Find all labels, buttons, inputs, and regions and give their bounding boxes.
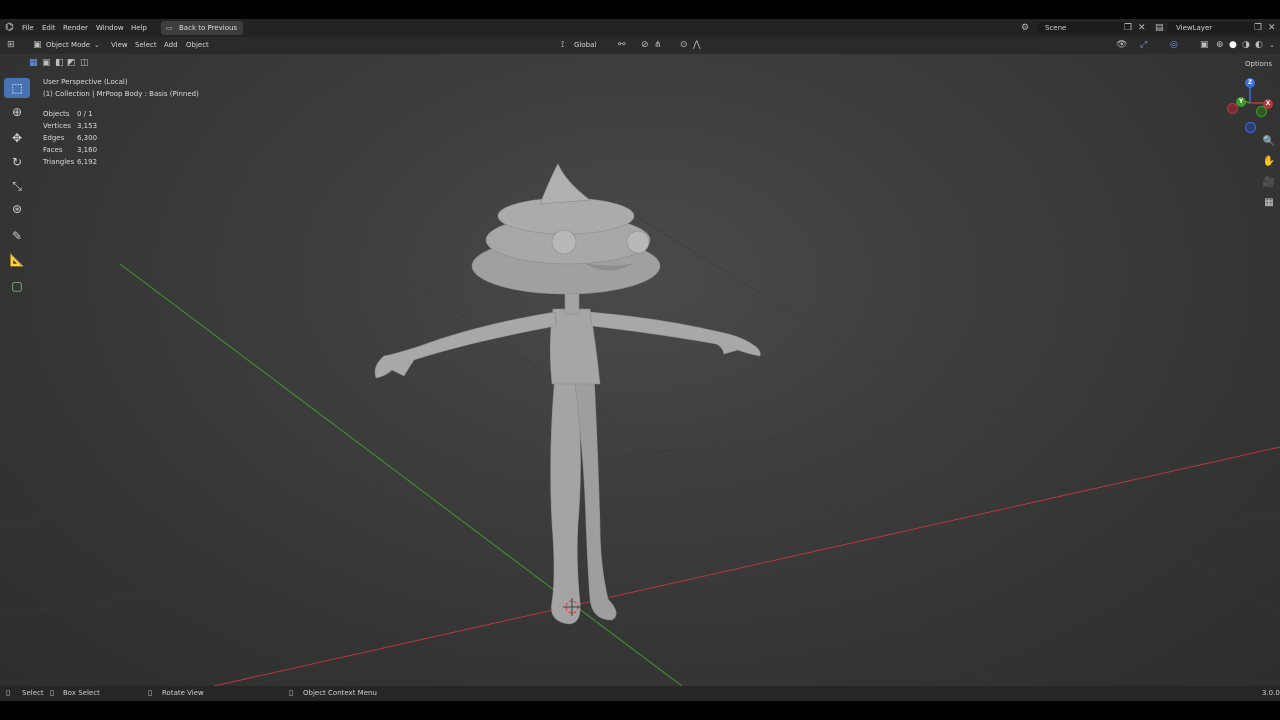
hand-icon[interactable]: ✋ (1261, 154, 1277, 170)
version-label: 3.0.0 (1262, 689, 1280, 697)
rotate-icon[interactable]: ↻ (4, 152, 30, 172)
header-menu-select[interactable]: Select (135, 37, 157, 54)
transform-orientation-dropdown[interactable]: Global (574, 37, 596, 54)
object-mode-dropdown[interactable]: Object Mode (46, 37, 90, 54)
top-menubar: ⌬ File Edit Render Window Help ▭ Back to… (0, 19, 1280, 37)
top-letterbox (0, 0, 1280, 19)
rendered-shading-icon[interactable]: ◐ (1255, 40, 1263, 50)
move-icon[interactable]: ✥ (4, 128, 30, 148)
blender-logo-icon[interactable]: ⌬ (5, 23, 14, 33)
status-box-select: Box Select (63, 689, 100, 697)
chevron-down-icon: ⌄ (94, 41, 100, 49)
scene-canvas[interactable] (0, 54, 1280, 686)
viewlayer-icon[interactable]: ▤ (1155, 23, 1164, 33)
editor-type-icon[interactable]: ⊞ (7, 40, 15, 50)
measure-icon[interactable]: 📐 (4, 250, 30, 270)
header-menu-add[interactable]: Add (164, 37, 178, 54)
header-menu-view[interactable]: View (111, 37, 128, 54)
wireframe-shading-icon[interactable]: ⊕ (1216, 40, 1224, 50)
scale-icon[interactable]: ⤡ (4, 176, 30, 196)
menu-edit[interactable]: Edit (42, 19, 56, 37)
stat-value: 3,160 (77, 146, 98, 154)
back-to-previous-label: Back to Previous (179, 24, 238, 32)
viewlayer-name-field[interactable]: ViewLayer (1168, 22, 1258, 34)
back-to-previous-button[interactable]: ▭ Back to Previous (161, 21, 244, 35)
stat-label: Vertices (43, 122, 71, 130)
shading-options-icon[interactable]: ⌄ (1269, 40, 1275, 50)
new-scene-icon[interactable]: ❐ (1124, 23, 1132, 33)
viewport-collection-label: (1) Collection | MrPoop Body : Basis (Pi… (43, 90, 199, 98)
select-mode-intersect-icon[interactable]: ◫ (80, 58, 89, 68)
overlays-toggle-icon[interactable]: ◎ (1170, 40, 1178, 50)
stat-label: Objects (43, 110, 70, 118)
snap-target-icon[interactable]: ⋔ (654, 40, 662, 50)
select-mode-subtract-icon[interactable]: ◧ (55, 58, 64, 68)
add-cube-icon[interactable]: ▢ (4, 276, 30, 296)
menu-window[interactable]: Window (96, 19, 124, 37)
gizmo-neg-y-ball[interactable] (1256, 106, 1267, 117)
character-model[interactable] (374, 163, 761, 625)
snap-icon[interactable]: ⊘ (641, 40, 649, 50)
pivot-point-icon[interactable]: ⚯ (618, 40, 626, 50)
mouse-right-icon: ▯ (289, 688, 294, 697)
scene-icon[interactable]: ⚙ (1021, 23, 1029, 33)
object-mode-icon: ▣ (33, 40, 42, 50)
mouse-left-icon: ▯ (6, 688, 11, 697)
viewport-perspective-label: User Perspective (Local) (43, 78, 128, 86)
annotate-icon[interactable]: ✎ (4, 226, 30, 246)
mouse-middle-icon: ▯ (148, 688, 153, 697)
solid-shading-icon[interactable]: ● (1229, 40, 1237, 50)
scene-name-field[interactable]: Scene (1037, 22, 1129, 34)
select-mode-extend-icon[interactable]: ▣ (42, 58, 51, 68)
header-menu-object[interactable]: Object (186, 37, 209, 54)
3d-viewport[interactable]: User Perspective (Local) (1) Collection … (0, 54, 1280, 686)
gizmo-z-ball[interactable]: Z (1245, 78, 1255, 88)
orientation-icon: ⟟ (561, 40, 565, 50)
mouse-drag-icon: ▯ (50, 688, 55, 697)
transform-icon[interactable]: ⊛ (4, 199, 30, 219)
camera-icon[interactable]: 🎥 (1261, 175, 1277, 191)
stat-label: Edges (43, 134, 65, 142)
proportional-editing-icon[interactable]: ⊙ (680, 40, 688, 50)
delete-scene-icon[interactable]: ✕ (1138, 23, 1146, 33)
menu-file[interactable]: File (22, 19, 34, 37)
status-select: Select (22, 689, 44, 697)
menu-help[interactable]: Help (131, 19, 147, 37)
screen-icon: ▭ (166, 24, 173, 32)
falloff-icon[interactable]: ⋀ (693, 40, 700, 50)
cursor-icon[interactable]: ⊕ (4, 102, 30, 122)
select-box-icon[interactable]: ⬚ (4, 78, 30, 98)
options-dropdown[interactable]: Options (1245, 60, 1272, 68)
stat-value: 3,153 (77, 122, 98, 130)
new-viewlayer-icon[interactable]: ❐ (1254, 23, 1262, 33)
menu-render[interactable]: Render (63, 19, 88, 37)
select-mode-new-icon[interactable]: ▦ (29, 58, 38, 68)
grid-icon[interactable]: ▦ (1261, 195, 1277, 211)
select-mode-invert-icon[interactable]: ◩ (67, 58, 76, 68)
stat-value: 6,300 (77, 134, 98, 142)
zoom-icon[interactable]: 🔍 (1261, 134, 1277, 150)
gizmo-neg-z-ball[interactable] (1245, 122, 1256, 133)
stat-value: 0 / 1 (77, 110, 93, 118)
delete-viewlayer-icon[interactable]: ✕ (1268, 23, 1276, 33)
status-context-menu: Object Context Menu (303, 689, 377, 697)
bottom-letterbox (0, 701, 1280, 720)
xray-toggle-icon[interactable]: ▣ (1200, 40, 1209, 50)
gizmo-neg-x-ball[interactable] (1227, 103, 1238, 114)
visibility-icon[interactable]: 👁 (1116, 40, 1127, 50)
viewport-header: ⊞ ▣ Object Mode ⌄ View Select Add Object… (0, 37, 1280, 54)
material-shading-icon[interactable]: ◑ (1242, 40, 1250, 50)
status-rotate-view: Rotate View (162, 689, 204, 697)
stat-value: 6,192 (77, 158, 98, 166)
gizmo-toggle-icon[interactable]: ⤢ (1140, 40, 1147, 50)
stat-label: Triangles (43, 158, 75, 166)
stat-label: Faces (43, 146, 63, 154)
status-bar: ▯ Select ▯ Box Select ▯ Rotate View ▯ Ob… (0, 686, 1280, 701)
